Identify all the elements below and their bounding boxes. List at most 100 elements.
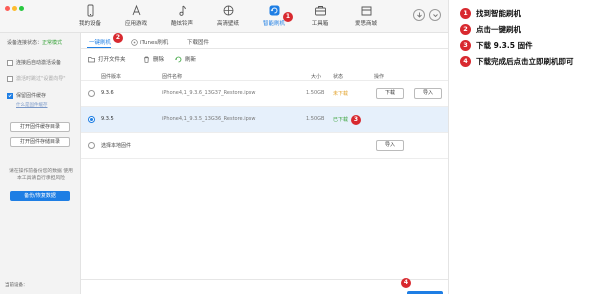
toolbar-label: 打开文件夹 (98, 57, 126, 63)
app-store-icon (132, 4, 140, 16)
chevron-down-icon (432, 13, 438, 17)
checkbox-label: 保留固件缓存 (16, 93, 47, 99)
itunes-icon (131, 38, 138, 46)
import-local-button[interactable]: 导入 (376, 140, 404, 151)
sidebar: 设备连接状态：正常模式 连接后自动激活设备 激活时跳过"设置向导" 保留固件缓存… (0, 33, 81, 294)
table-row[interactable]: 9.3.6 iPhone4,1_9.3.6_13G37_Restore.ipsw… (81, 81, 448, 107)
legend-step-number: 3 (460, 40, 471, 51)
toolbox-icon (314, 6, 326, 16)
backup-restore-button[interactable]: 备份/恢复数据 (10, 191, 70, 201)
nav-label: 酷炫铃声 (170, 21, 193, 27)
current-device-label: 当前设备： (5, 283, 28, 288)
import-button[interactable]: 导入 (414, 88, 442, 99)
tabs-divider (81, 48, 448, 49)
legend-step: 3 下载 9.3.5 固件 (460, 40, 533, 51)
nav-wallpapers[interactable]: 高清壁纸 (205, 3, 251, 32)
music-note-icon (178, 5, 186, 16)
delete-button[interactable]: 删除 (143, 55, 164, 63)
legend-step-text: 下载完成后点击立即刷机即可 (476, 57, 574, 66)
firmware-version: 9.3.5 (101, 116, 114, 122)
open-firmware-cache-button[interactable]: 打开固件缓存目录 (10, 122, 70, 132)
tab-label: iTunes刷机 (140, 40, 169, 46)
connection-status-value: 正常模式 (42, 40, 63, 46)
check-icon (8, 94, 12, 98)
firmware-size: 1.50GB (306, 90, 325, 96)
download-manager-button[interactable] (413, 9, 425, 21)
firmware-name: iPhone4,1_9.3.6_13G37_Restore.ipsw (162, 90, 256, 96)
legend-step-number: 4 (460, 56, 471, 67)
tab-itunes-flash[interactable]: iTunes刷机 (131, 38, 168, 46)
local-firmware-label: 选择本地固件 (101, 143, 132, 149)
firmware-status: 未下载 (333, 91, 349, 97)
firmware-size: 1.50GB (306, 116, 325, 122)
nav-toolbox[interactable]: 工具箱 (297, 3, 343, 32)
app-root: 我的设备 应用游戏 酷炫铃声 高清壁纸 智能刷机 工具箱 爱思商城 1 设备连接… (0, 0, 600, 294)
refresh-button[interactable]: 刷新 (175, 55, 196, 63)
connection-status-label: 设备连接状态： (7, 40, 43, 46)
firmware-version: 9.3.6 (101, 90, 114, 96)
column-header-size: 大小 (311, 74, 322, 80)
nav-shop[interactable]: 爱思商城 (343, 3, 389, 32)
trash-icon (144, 56, 149, 63)
column-header-status: 状态 (333, 74, 344, 80)
window-zoom-button[interactable] (19, 6, 24, 11)
nav-apps[interactable]: 应用游戏 (113, 3, 159, 32)
top-toolbar: 我的设备 应用游戏 酷炫铃声 高清壁纸 智能刷机 工具箱 爱思商城 (0, 0, 448, 33)
shop-icon (361, 6, 371, 16)
connection-status: 设备连接状态：正常模式 (7, 39, 62, 46)
window-close-button[interactable] (5, 6, 10, 11)
auto-activate-checkbox[interactable]: 连接后自动激活设备 (7, 59, 61, 66)
checkbox-box[interactable] (7, 75, 13, 82)
nav-label: 高清壁纸 (216, 21, 239, 27)
legend-step-text: 下载 9.3.5 固件 (476, 41, 533, 50)
legend-step-number: 2 (460, 24, 471, 35)
user-menu-button[interactable] (429, 9, 441, 21)
nav-ringtones[interactable]: 酷炫铃声 (159, 3, 205, 32)
legend-step: 2 点击一键刷机 (460, 24, 521, 35)
skip-setup-checkbox[interactable]: 激活时跳过"设置向导" (7, 75, 66, 82)
checkbox-box-checked[interactable] (7, 92, 13, 99)
toolbar-label: 刷新 (185, 57, 197, 63)
legend-step: 1 找到智能刷机 (460, 8, 521, 19)
legend-step: 4 下载完成后点击立即刷机即可 (460, 56, 574, 67)
column-header-action: 操作 (374, 74, 385, 80)
firmware-status: 已下载 (333, 117, 349, 123)
refresh-icon (269, 5, 279, 16)
nav-label: 爱思商城 (354, 21, 377, 27)
nav-label: 工具箱 (311, 21, 329, 27)
open-folder-button[interactable]: 打开文件夹 (88, 55, 126, 63)
tab-one-click-flash[interactable]: 一键刷机 (89, 38, 111, 46)
refresh-icon (175, 56, 182, 62)
download-button[interactable]: 下载 (376, 88, 404, 99)
tab-download-firmware[interactable]: 下载固件 (187, 38, 209, 46)
footer-bar (81, 279, 448, 294)
instruction-legend: 1 找到智能刷机 2 点击一键刷机 3 下载 9.3.5 固件 4 下载完成后点… (460, 0, 600, 294)
table-row[interactable]: 选择本地固件 导入 (81, 133, 448, 159)
folder-icon (88, 56, 95, 62)
step-badge: 4 (401, 278, 411, 288)
app-window: 我的设备 应用游戏 酷炫铃声 高清壁纸 智能刷机 工具箱 爱思商城 1 设备连接… (0, 0, 449, 294)
open-firmware-storage-button[interactable]: 打开固件存储目录 (10, 137, 70, 147)
download-icon (416, 12, 422, 18)
firmware-radio-selected[interactable] (88, 116, 95, 123)
nav-label: 我的设备 (78, 21, 101, 27)
column-header-name: 固件名称 (162, 74, 183, 80)
what-is-cache-link[interactable]: 什么是固件缓存 (16, 102, 48, 108)
local-firmware-radio[interactable] (88, 142, 95, 149)
main-panel: 一键刷机 iTunes刷机 下载固件 打开文件夹 删除 刷新 固件版本 固件名称 (81, 33, 448, 294)
flower-icon (223, 5, 233, 16)
firmware-name: iPhone4,1_9.3.5_13G36_Restore.ipsw (162, 116, 256, 122)
firmware-radio[interactable] (88, 90, 95, 97)
toolbar-label: 删除 (153, 57, 165, 63)
step-badge: 3 (351, 115, 361, 125)
checkbox-label: 连接后自动激活设备 (16, 60, 62, 66)
column-header-version: 固件版本 (101, 74, 122, 80)
legend-step-number: 1 (460, 8, 471, 19)
checkbox-box[interactable] (7, 59, 13, 66)
window-minimize-button[interactable] (12, 6, 17, 11)
backup-warning-text: 请在操作前备份您的数据 使用本工具请自行承担风险 (9, 169, 73, 181)
table-row-selected[interactable]: 9.3.5 iPhone4,1_9.3.5_13G36_Restore.ipsw… (81, 107, 448, 133)
step-badge: 2 (113, 33, 123, 43)
keep-cache-checkbox[interactable]: 保留固件缓存 (7, 92, 46, 99)
nav-my-device[interactable]: 我的设备 (67, 3, 113, 32)
